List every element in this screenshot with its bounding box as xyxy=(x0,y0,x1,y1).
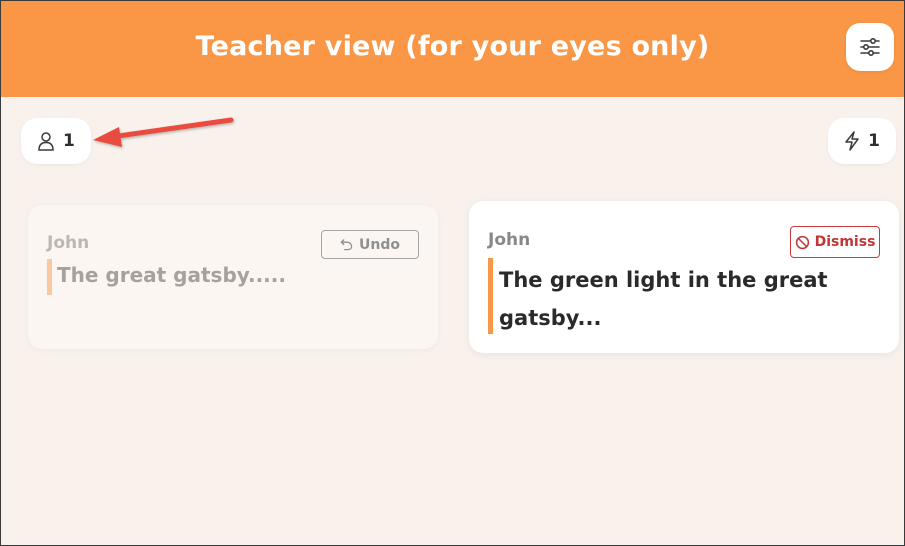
response-count-pill[interactable]: 1 xyxy=(828,118,896,164)
response-card-active: John Dismiss The green light in the grea… xyxy=(469,201,899,353)
sliders-icon xyxy=(860,37,880,57)
undo-button[interactable]: Undo xyxy=(321,230,419,259)
prohibited-icon xyxy=(795,235,809,249)
card-text: The green light in the great gatsby... xyxy=(499,268,828,330)
undo-icon xyxy=(340,239,353,251)
lightning-icon xyxy=(845,131,859,151)
quote-accent-bar xyxy=(47,259,52,295)
quote-accent-bar xyxy=(488,258,493,334)
person-icon xyxy=(38,132,54,151)
card-author: John xyxy=(488,230,531,250)
dismiss-button[interactable]: Dismiss xyxy=(790,226,880,258)
response-card-dismissed: John Undo The great gatsby..... xyxy=(28,205,438,349)
header-bar: Teacher view (for your eyes only) xyxy=(1,1,904,97)
app-frame: Teacher view (for your eyes only) 1 1 Jo… xyxy=(0,0,905,546)
dismiss-label: Dismiss xyxy=(814,234,876,250)
participant-count-pill[interactable]: 1 xyxy=(21,118,91,164)
response-count: 1 xyxy=(868,131,880,151)
participant-count: 1 xyxy=(63,131,75,151)
settings-button[interactable] xyxy=(846,23,894,71)
undo-label: Undo xyxy=(359,236,400,253)
card-author: John xyxy=(47,233,90,253)
card-text: The great gatsby..... xyxy=(57,263,286,287)
page-title: Teacher view (for your eyes only) xyxy=(195,30,710,62)
